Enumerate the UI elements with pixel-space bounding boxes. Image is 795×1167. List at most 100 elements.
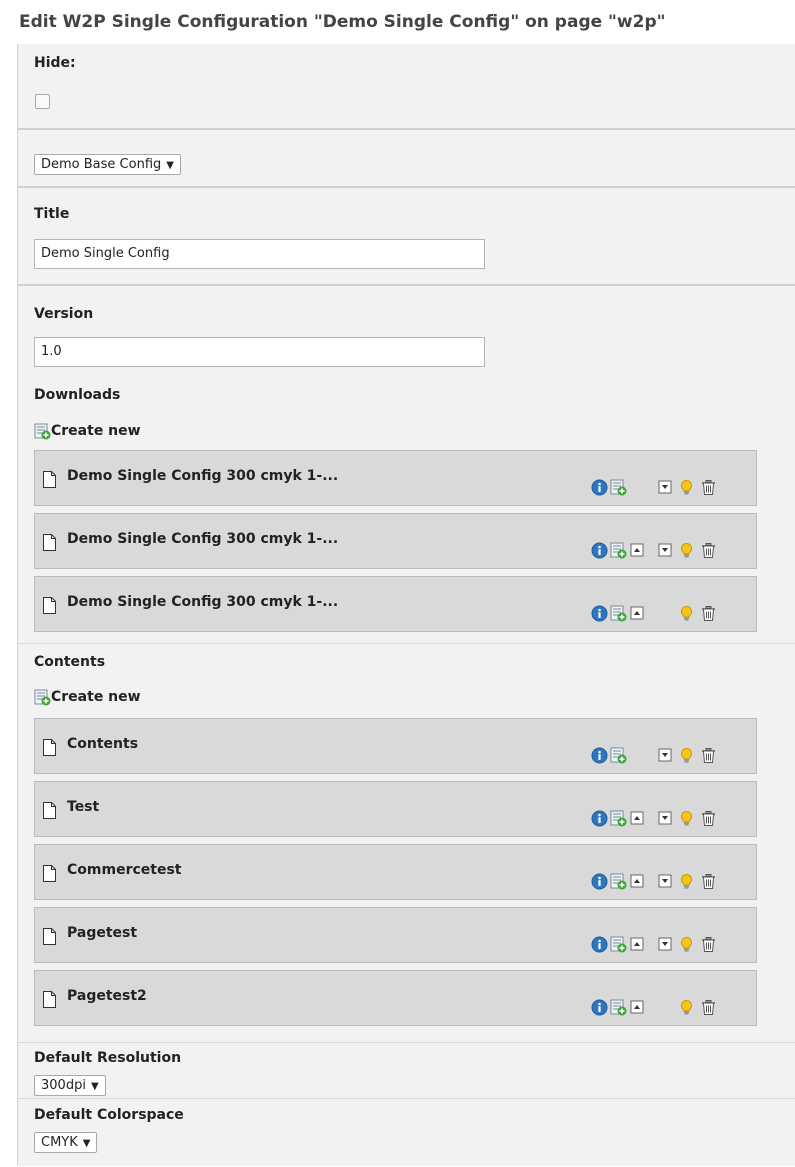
lightbulb-icon[interactable]	[678, 542, 695, 559]
move-up-icon[interactable]	[629, 873, 646, 890]
document-icon	[43, 739, 56, 756]
record-title[interactable]: Demo Single Config 300 cmyk 1-...	[67, 531, 338, 547]
title-label: Title	[34, 206, 70, 222]
info-icon[interactable]	[591, 999, 608, 1016]
default-colorspace-value: CMYK	[41, 1135, 78, 1150]
document-icon	[43, 802, 56, 819]
downloads-create-new-label: Create new	[51, 423, 141, 439]
base-config-select[interactable]: Demo Base Config ▼	[34, 154, 181, 175]
contents-section: Contents Create new Contents Test Commerce…	[18, 643, 795, 1043]
edit-form: Hide: Demo Base Config ▼ Title Demo Singl…	[17, 44, 795, 1166]
new-record-icon[interactable]	[610, 936, 627, 953]
chevron-down-icon: ▼	[90, 1081, 99, 1092]
lightbulb-icon[interactable]	[678, 479, 695, 496]
move-up-icon[interactable]	[629, 542, 646, 559]
document-icon	[43, 928, 56, 945]
info-icon[interactable]	[591, 542, 608, 559]
move-down-icon[interactable]	[657, 542, 674, 559]
record-title[interactable]: Demo Single Config 300 cmyk 1-...	[67, 594, 338, 610]
lightbulb-icon[interactable]	[678, 873, 695, 890]
version-input[interactable]: 1.0	[34, 337, 485, 367]
trash-icon[interactable]	[700, 936, 717, 953]
trash-icon[interactable]	[700, 542, 717, 559]
hide-checkbox[interactable]	[35, 94, 50, 109]
new-record-icon[interactable]	[610, 605, 627, 622]
record-title[interactable]: Commercetest	[67, 862, 181, 878]
record-item[interactable]: Demo Single Config 300 cmyk 1-...	[34, 513, 757, 569]
record-item[interactable]: Contents	[34, 718, 757, 774]
new-record-icon[interactable]	[610, 747, 627, 764]
record-item[interactable]: Demo Single Config 300 cmyk 1-...	[34, 450, 757, 506]
record-title[interactable]: Contents	[67, 736, 138, 752]
document-icon	[43, 471, 56, 488]
lightbulb-icon[interactable]	[678, 605, 695, 622]
hide-label: Hide:	[34, 55, 76, 71]
trash-icon[interactable]	[700, 873, 717, 890]
trash-icon[interactable]	[700, 747, 717, 764]
record-title[interactable]: Demo Single Config 300 cmyk 1-...	[67, 468, 338, 484]
new-record-icon[interactable]	[610, 810, 627, 827]
move-down-icon[interactable]	[657, 873, 674, 890]
record-title[interactable]: Test	[67, 799, 99, 815]
new-record-icon	[34, 423, 51, 439]
downloads-section: Downloads Create new Demo Single Config …	[18, 378, 795, 643]
downloads-label: Downloads	[34, 387, 121, 403]
record-item[interactable]: Test	[34, 781, 757, 837]
info-icon[interactable]	[591, 605, 608, 622]
move-down-icon[interactable]	[657, 936, 674, 953]
default-resolution-label: Default Resolution	[34, 1050, 182, 1066]
version-label: Version	[34, 306, 94, 322]
trash-icon[interactable]	[700, 999, 717, 1016]
lightbulb-icon[interactable]	[678, 747, 695, 764]
record-item[interactable]: Commercetest	[34, 844, 757, 900]
info-icon[interactable]	[591, 936, 608, 953]
new-record-icon[interactable]	[610, 479, 627, 496]
document-icon	[43, 991, 56, 1008]
info-icon[interactable]	[591, 479, 608, 496]
move-down-icon[interactable]	[657, 810, 674, 827]
downloads-create-new-button[interactable]: Create new	[34, 421, 141, 441]
new-record-icon[interactable]	[610, 999, 627, 1016]
record-item[interactable]: Demo Single Config 300 cmyk 1-...	[34, 576, 757, 632]
lightbulb-icon[interactable]	[678, 936, 695, 953]
record-item[interactable]: Pagetest2	[34, 970, 757, 1026]
contents-label: Contents	[34, 654, 106, 670]
new-record-icon[interactable]	[610, 873, 627, 890]
document-icon	[43, 865, 56, 882]
hide-section: Hide:	[18, 44, 795, 128]
trash-icon[interactable]	[700, 479, 717, 496]
contents-create-new-label: Create new	[51, 689, 141, 705]
info-icon[interactable]	[591, 747, 608, 764]
base-config-section: Demo Base Config ▼	[18, 128, 795, 188]
move-up-icon[interactable]	[629, 999, 646, 1016]
contents-create-new-button[interactable]: Create new	[34, 687, 141, 707]
default-colorspace-section: Default Colorspace CMYK ▼	[18, 1098, 795, 1167]
trash-icon[interactable]	[700, 810, 717, 827]
default-colorspace-label: Default Colorspace	[34, 1107, 184, 1123]
base-config-value: Demo Base Config	[41, 157, 162, 172]
record-item[interactable]: Pagetest	[34, 907, 757, 963]
page-title: Edit W2P Single Configuration "Demo Sing…	[19, 12, 666, 32]
move-up-icon[interactable]	[629, 936, 646, 953]
move-down-icon[interactable]	[657, 479, 674, 496]
title-section: Title Demo Single Config	[18, 186, 795, 286]
move-up-icon[interactable]	[629, 605, 646, 622]
document-icon	[43, 534, 56, 551]
default-resolution-select[interactable]: 300dpi ▼	[34, 1075, 106, 1096]
default-resolution-value: 300dpi	[41, 1078, 86, 1093]
new-record-icon	[34, 689, 51, 705]
lightbulb-icon[interactable]	[678, 999, 695, 1016]
lightbulb-icon[interactable]	[678, 810, 695, 827]
chevron-down-icon: ▼	[82, 1138, 91, 1149]
trash-icon[interactable]	[700, 605, 717, 622]
version-section: Version 1.0	[18, 284, 795, 368]
title-input[interactable]: Demo Single Config	[34, 239, 485, 269]
default-colorspace-select[interactable]: CMYK ▼	[34, 1132, 98, 1153]
record-title[interactable]: Pagetest2	[67, 988, 147, 1004]
move-up-icon[interactable]	[629, 810, 646, 827]
info-icon[interactable]	[591, 810, 608, 827]
record-title[interactable]: Pagetest	[67, 925, 137, 941]
info-icon[interactable]	[591, 873, 608, 890]
move-down-icon[interactable]	[657, 747, 674, 764]
new-record-icon[interactable]	[610, 542, 627, 559]
